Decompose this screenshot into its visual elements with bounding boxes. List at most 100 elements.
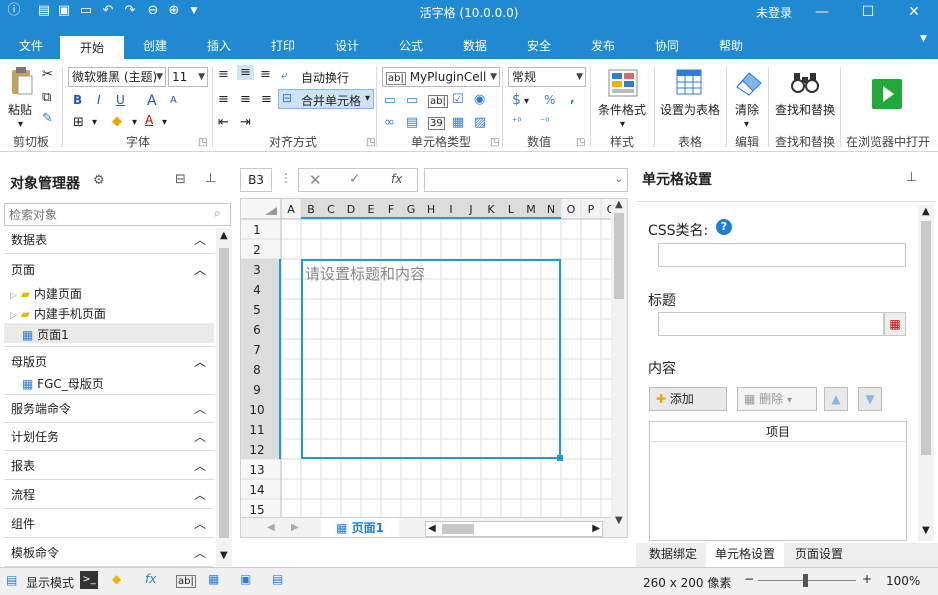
align-bottom-icon[interactable]: ≡ <box>260 67 271 82</box>
paste-icon[interactable] <box>10 67 34 97</box>
align-middle-icon[interactable]: ≡ <box>237 65 254 80</box>
column-header[interactable]: G <box>407 203 416 216</box>
increase-decimal-icon[interactable]: ⁺⁰ <box>512 117 521 128</box>
collapse-all-icon[interactable]: ⊟ <box>175 172 186 187</box>
move-up-button[interactable]: ▲ <box>824 387 848 411</box>
row-header[interactable]: 8 <box>253 363 261 377</box>
delete-button[interactable]: ▦ 删除 ▾ <box>737 387 817 411</box>
title-formula-icon[interactable]: ▦ <box>884 312 906 336</box>
font-color-button[interactable]: A <box>145 113 153 127</box>
tab-formula[interactable]: 公式 <box>390 34 432 59</box>
conditional-format-icon[interactable] <box>608 69 638 97</box>
row-header[interactable]: 1 <box>253 223 261 237</box>
paste-dropdown-icon[interactable]: ▾ <box>18 119 23 130</box>
tab-data[interactable]: 数据 <box>454 34 496 59</box>
row-header[interactable]: 9 <box>253 383 261 397</box>
tree-item-page1[interactable]: ▦ 页面1 <box>22 326 69 343</box>
section-components[interactable]: 组件 ︿ <box>4 510 214 538</box>
column-header[interactable]: L <box>508 203 515 216</box>
spreadsheet-designer[interactable]: ABCDEFGHIJKLMNOPQ12345678910111213141516… <box>240 198 628 538</box>
copy-icon[interactable]: ⧉ <box>42 90 51 105</box>
wrap-text-icon[interactable]: ⤶ <box>281 68 288 83</box>
grow-font-button[interactable]: A <box>147 93 157 109</box>
paste-button[interactable]: 粘贴 <box>8 101 32 118</box>
cell-type-link-icon[interactable]: ∞ <box>384 115 395 130</box>
align-top-icon[interactable]: ≡ <box>218 67 229 82</box>
merge-cells-button[interactable]: ⊟ 合并单元格 ▾ <box>278 89 374 109</box>
column-header[interactable]: M <box>526 203 536 216</box>
column-header[interactable]: J <box>468 203 472 216</box>
fill-color-dropdown-icon[interactable]: ▾ <box>132 117 137 128</box>
search-icon[interactable]: ⌕ <box>214 206 221 221</box>
title-input[interactable] <box>658 312 884 336</box>
column-header[interactable]: A <box>287 203 295 216</box>
set-table-button[interactable]: 设置为表格 <box>660 101 720 118</box>
comma-button[interactable]: , <box>570 91 575 105</box>
number-format-combo[interactable]: 常规 ▼ <box>508 67 586 87</box>
decrease-indent-icon[interactable]: ⇤ <box>218 115 229 130</box>
cell-type-combo[interactable]: ab| MyPluginCell ▼ <box>382 67 500 87</box>
sheet-next-icon[interactable]: ▶ <box>291 522 299 533</box>
chevron-up-icon[interactable]: ︿ <box>194 353 206 370</box>
tab-insert[interactable]: 插入 <box>198 34 240 59</box>
row-header[interactable]: 10 <box>249 403 264 417</box>
tab-help[interactable]: 帮助 <box>710 34 752 59</box>
font-name-combo[interactable]: 微软雅黑 (主题) ▼ <box>68 67 166 87</box>
chevron-up-icon[interactable]: ︿ <box>194 261 206 278</box>
clear-icon[interactable] <box>733 69 763 97</box>
section-pages[interactable]: 页面 <box>11 261 35 278</box>
lightbulb-icon[interactable]: ◆ <box>112 572 121 586</box>
pin-icon[interactable]: ⊥ <box>906 170 917 185</box>
row-header[interactable]: 3 <box>253 263 261 277</box>
row-header[interactable]: 15 <box>249 503 264 517</box>
cancel-edit-icon[interactable]: ✕ <box>309 171 322 189</box>
search-input[interactable] <box>4 203 231 226</box>
align-left-icon[interactable]: ≡ <box>218 92 229 107</box>
column-header[interactable]: H <box>427 203 435 216</box>
left-scrollbar[interactable]: ▲ ▼ <box>216 228 232 567</box>
tab-data-binding[interactable]: 数据绑定 <box>640 543 706 567</box>
column-header[interactable]: E <box>368 203 375 216</box>
cell-reference[interactable]: B3 <box>240 168 272 192</box>
find-binoculars-icon[interactable] <box>790 71 820 95</box>
column-header[interactable]: K <box>487 203 495 216</box>
tree-item-builtin-pages[interactable]: ▷ ▰ 内建页面 <box>10 285 82 302</box>
conditional-format-button[interactable]: 条件格式 <box>598 101 646 118</box>
minimize-icon[interactable]: — <box>812 2 832 22</box>
resize-handle[interactable] <box>557 455 563 461</box>
merged-cell-selection[interactable]: 请设置标题和内容 <box>301 259 563 461</box>
cell-type-list-icon[interactable]: ▦ <box>452 115 464 130</box>
number-dialog-launcher-icon[interactable]: ◳ <box>576 137 585 148</box>
tab-cell-settings[interactable]: 单元格设置 <box>706 543 784 567</box>
row-header[interactable]: 2 <box>253 243 261 257</box>
column-header[interactable]: I <box>449 203 452 216</box>
table-icon[interactable]: ▦ <box>208 572 219 586</box>
maximize-icon[interactable]: ☐ <box>858 2 878 22</box>
section-master[interactable]: 母版页 <box>11 353 47 370</box>
cell-type-image-icon[interactable]: ▨ <box>474 115 486 130</box>
column-header[interactable]: D <box>347 203 355 216</box>
font-color-dropdown-icon[interactable]: ▾ <box>162 117 167 128</box>
cell-type-textbox-icon[interactable]: ▭ <box>406 93 418 108</box>
cell-type-combo-icon[interactable]: ▤ <box>406 115 418 130</box>
find-replace-button[interactable]: 查找和替换 <box>775 101 835 118</box>
right-scrollbar[interactable]: ▲ ▼ <box>918 205 934 541</box>
formula-menu-icon[interactable]: ⋮ <box>280 171 292 185</box>
section-reports[interactable]: 报表 ︿ <box>4 452 214 480</box>
section-server-commands[interactable]: 服务端命令 ︿ <box>4 395 214 423</box>
decrease-decimal-icon[interactable]: ⁻⁰ <box>540 117 549 128</box>
row-header[interactable]: 14 <box>249 483 264 497</box>
tab-design[interactable]: 设计 <box>326 34 368 59</box>
cell-type-number-icon[interactable]: 39 <box>428 117 445 130</box>
cell-type-checkbox-icon[interactable]: ☑ <box>452 92 464 107</box>
row-header[interactable]: 7 <box>253 343 261 357</box>
set-table-icon[interactable] <box>676 69 704 97</box>
grid-icon[interactable]: ▣ <box>240 572 251 586</box>
column-header[interactable]: F <box>388 203 394 216</box>
currency-dropdown-icon[interactable]: ▾ <box>524 96 529 107</box>
currency-button[interactable]: $ <box>512 92 521 108</box>
cell-type-button-icon[interactable]: ▭ <box>384 93 396 108</box>
bold-button[interactable]: B <box>73 93 82 107</box>
clear-button[interactable]: 清除 <box>735 101 759 118</box>
row-header[interactable]: 4 <box>253 283 261 297</box>
